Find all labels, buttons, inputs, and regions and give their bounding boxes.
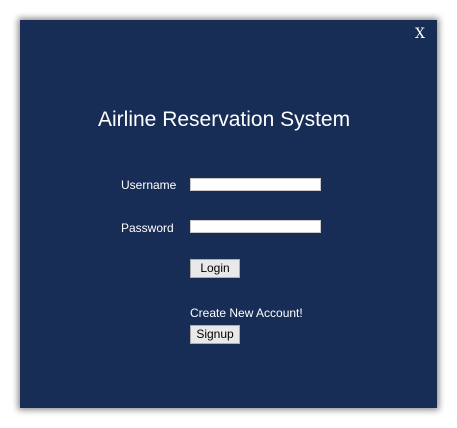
screen: X Airline Reservation System Username Pa…: [0, 0, 457, 428]
password-label: Password: [121, 221, 174, 235]
username-input[interactable]: [190, 178, 321, 191]
create-account-prompt: Create New Account!: [190, 306, 303, 320]
username-label: Username: [121, 178, 177, 192]
signup-button[interactable]: Signup: [190, 325, 240, 344]
login-window: X Airline Reservation System Username Pa…: [20, 20, 437, 408]
password-input[interactable]: [190, 220, 321, 233]
close-button[interactable]: X: [413, 26, 427, 42]
login-button[interactable]: Login: [190, 259, 240, 278]
app-title: Airline Reservation System: [98, 108, 351, 131]
